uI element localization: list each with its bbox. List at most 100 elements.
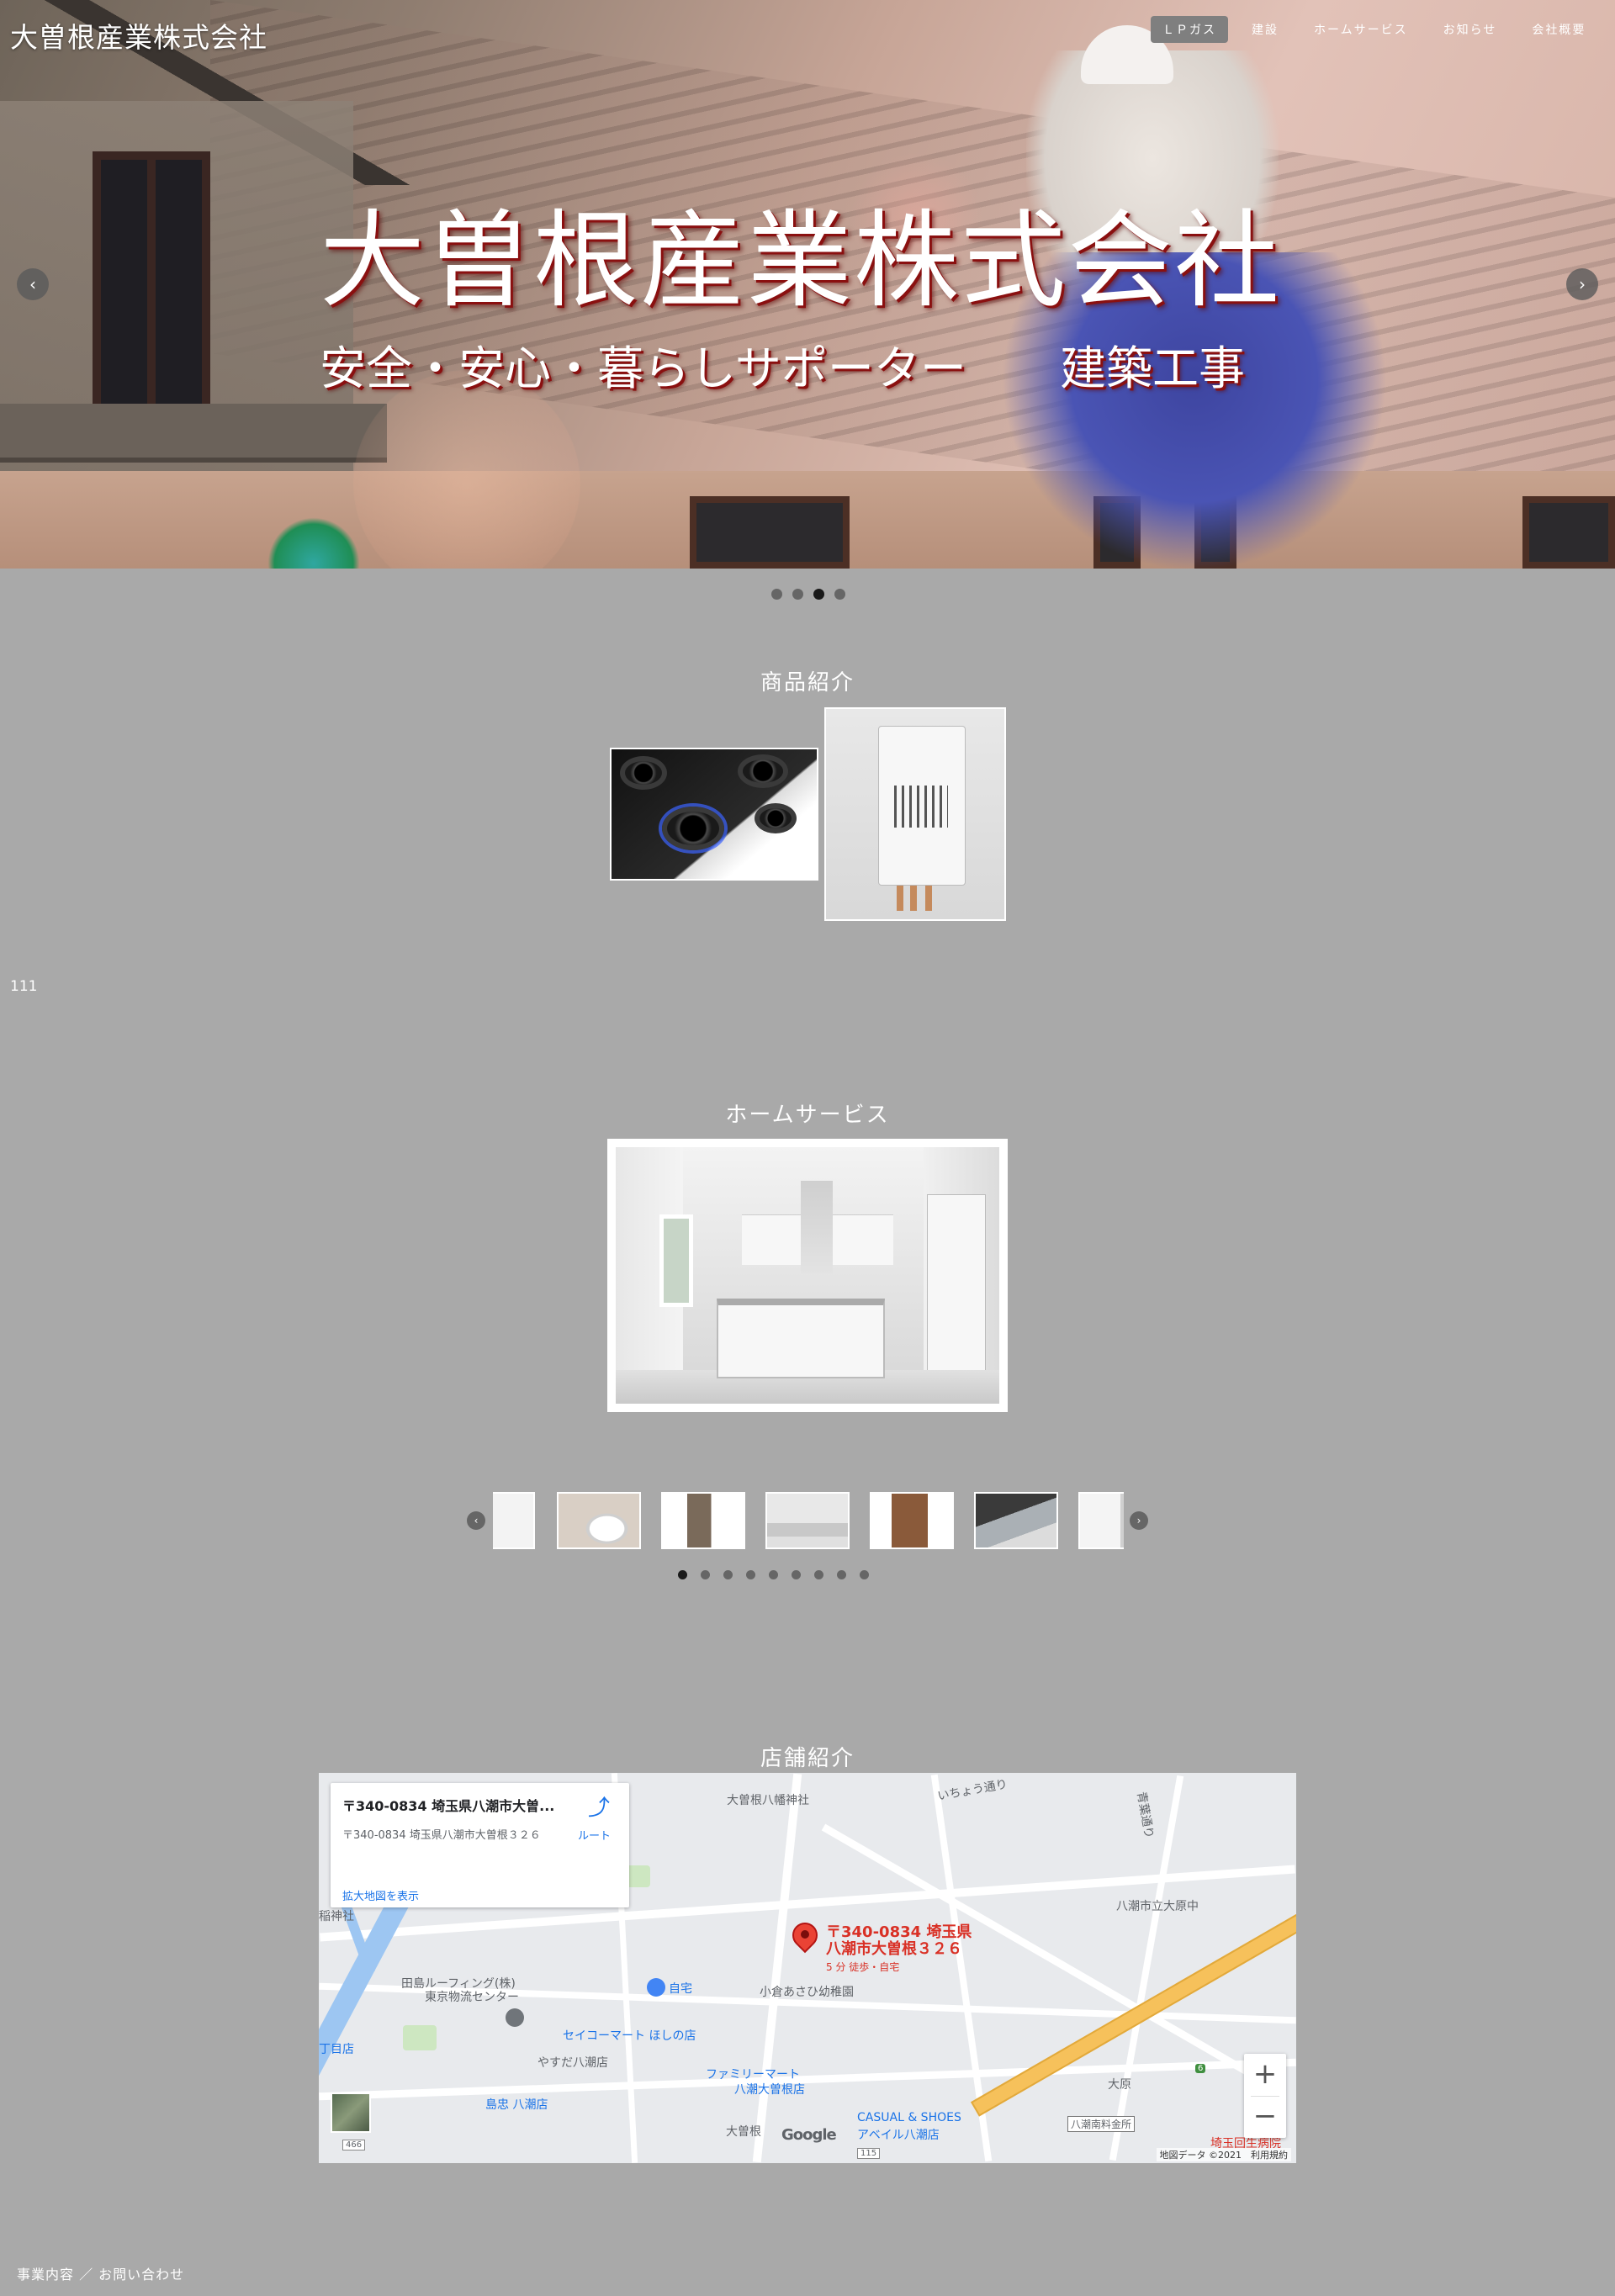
- directions-link[interactable]: ルート: [578, 1827, 611, 1843]
- water-heater-image: [826, 709, 1004, 919]
- map-label: 稲神社: [319, 1910, 354, 1923]
- nav-item-news[interactable]: お知らせ: [1432, 16, 1509, 43]
- thumbnail[interactable]: [661, 1492, 745, 1549]
- store-title: 店舗紹介: [760, 1746, 855, 1771]
- main-nav: ＬＰガス 建設 ホームサービス お知らせ 会社概要: [1151, 16, 1609, 43]
- kitchen-island: [717, 1299, 885, 1378]
- hero-slider-dots: [766, 589, 850, 600]
- map-marker-icon[interactable]: [786, 1917, 823, 1958]
- thumbnail-image: [493, 1494, 533, 1547]
- slider-dot[interactable]: [771, 589, 782, 600]
- slider-prev-button[interactable]: ‹: [17, 268, 49, 300]
- route-shield: 115: [857, 2148, 881, 2159]
- nav-item-construction[interactable]: 建設: [1240, 16, 1290, 43]
- slider-dot[interactable]: [834, 589, 845, 600]
- gas-stove-image: [612, 749, 817, 879]
- map-label: 大曽根: [726, 2125, 761, 2139]
- map-label: 自宅: [669, 1982, 692, 1996]
- map-road: [319, 2058, 1296, 2101]
- nav-item-home-service[interactable]: ホームサービス: [1302, 16, 1420, 43]
- carousel-dot[interactable]: [814, 1570, 823, 1579]
- marker-label-line: 〒340-0834 埼玉県: [826, 1923, 972, 1941]
- map-label: 大曽根八幡神社: [727, 1794, 809, 1807]
- zoom-out-button[interactable]: −: [1244, 2096, 1286, 2138]
- hero-subtitle: 安全・安心・暮らしサポーター: [320, 341, 966, 395]
- site-logo[interactable]: 大曽根産業株式会社: [10, 15, 267, 56]
- zoom-in-button[interactable]: +: [1244, 2054, 1286, 2096]
- map-label: 青葉通り: [1134, 1791, 1156, 1840]
- map-label: 八潮市立大原中: [1116, 1900, 1199, 1913]
- thumbnail[interactable]: [493, 1492, 535, 1549]
- product-water-heater[interactable]: [824, 707, 1006, 921]
- thumbs-prev-button[interactable]: ‹: [467, 1511, 485, 1530]
- google-logo: Google: [781, 2126, 837, 2144]
- carousel-dot[interactable]: [792, 1570, 801, 1579]
- thumbnail-image: [663, 1494, 744, 1547]
- burner-lit: [662, 807, 724, 850]
- nav-item-company[interactable]: 会社概要: [1520, 16, 1597, 43]
- thumbnail[interactable]: [557, 1492, 641, 1549]
- footer-links[interactable]: 事業内容 ／ お問い合わせ: [17, 2263, 184, 2283]
- slider-dot-active[interactable]: [813, 589, 824, 600]
- water-heater-panel: [894, 786, 948, 828]
- burner: [755, 803, 797, 833]
- thumbnail[interactable]: [974, 1492, 1058, 1549]
- nav-item-lpgas[interactable]: ＬＰガス: [1151, 16, 1228, 43]
- map-label: 島忠 八潮店: [485, 2098, 548, 2112]
- map-label: 東京物流センター: [425, 1991, 519, 2004]
- carousel-dot[interactable]: [837, 1570, 846, 1579]
- carousel-dot[interactable]: [769, 1570, 778, 1579]
- slider-next-button[interactable]: ›: [1566, 268, 1598, 300]
- enlarge-map-link[interactable]: 拡大地図を表示: [342, 1887, 419, 1903]
- hero-title: 大曽根産業株式会社: [320, 200, 1281, 322]
- carousel-dot[interactable]: [860, 1570, 869, 1579]
- carousel-dot[interactable]: [746, 1570, 755, 1579]
- house-window: [1522, 496, 1615, 569]
- thumbnail-image: [1080, 1494, 1124, 1547]
- zoom-control: + −: [1244, 2054, 1286, 2138]
- map-label: 丁目店: [319, 2043, 354, 2056]
- map-label: 小倉あさひ幼稚園: [760, 1986, 854, 1999]
- map-attribution[interactable]: 地図データ ©2021 利用規約: [1156, 2148, 1291, 2161]
- product-gas-stove[interactable]: [610, 748, 818, 881]
- map-label: アベイル八潮店: [857, 2129, 940, 2142]
- satellite-toggle[interactable]: [331, 2092, 371, 2133]
- thumbnail-image: [871, 1494, 952, 1547]
- burner: [738, 754, 788, 788]
- map-label: セイコーマート ほしの店: [563, 2029, 696, 2043]
- map-label: 八潮南料金所: [1067, 2116, 1136, 2132]
- thumbnail[interactable]: [765, 1492, 850, 1549]
- thumbnail[interactable]: [1078, 1492, 1124, 1549]
- burner: [620, 756, 667, 790]
- map-poi-icon: [647, 1978, 665, 1997]
- map-road: [752, 1773, 802, 2163]
- kitchen-image: [616, 1147, 999, 1404]
- info-card-address: 〒340-0834 埼玉県八潮市大曽根３２６: [342, 1829, 541, 1842]
- map-poi-icon: [506, 2008, 524, 2027]
- map-label: 八潮大曽根店: [734, 2083, 805, 2097]
- pipe: [910, 886, 917, 911]
- carousel-dot[interactable]: [723, 1570, 733, 1579]
- hero-slider: 大曽根産業株式会社 安全・安心・暮らしサポーター 建築工事 ‹ ›: [0, 0, 1615, 569]
- marker-dot: [801, 1930, 809, 1939]
- products-title: 商品紹介: [760, 670, 855, 696]
- home-service-main-image[interactable]: [607, 1139, 1008, 1412]
- home-service-title: ホームサービス: [725, 1103, 890, 1128]
- map-info-card: 〒340-0834 埼玉県八潮市大曽... 〒340-0834 埼玉県八潮市大曽…: [331, 1783, 629, 1907]
- range-hood: [801, 1181, 833, 1273]
- thumbnail[interactable]: [870, 1492, 954, 1549]
- google-map[interactable]: 大曽根八幡神社 いちょう通り 青葉通り 八潮市立大原中 田島ルーフィング(株) …: [319, 1773, 1296, 2163]
- thumbnail-image: [767, 1494, 848, 1547]
- map-label: やすだ八潮店: [537, 2056, 608, 2070]
- thumbs-next-button[interactable]: ›: [1130, 1511, 1148, 1530]
- carousel-dot[interactable]: [701, 1570, 710, 1579]
- directions-icon[interactable]: ⤴: [587, 1796, 611, 1820]
- home-service-dots: [671, 1570, 876, 1579]
- water-heater-unit: [878, 726, 966, 886]
- home-service-thumbnails: [493, 1492, 1124, 1551]
- house-window: [93, 151, 210, 412]
- refrigerator: [927, 1194, 986, 1388]
- carousel-dot-active[interactable]: [678, 1570, 687, 1579]
- slider-dot[interactable]: [792, 589, 803, 600]
- thumbnail-image: [976, 1494, 1056, 1547]
